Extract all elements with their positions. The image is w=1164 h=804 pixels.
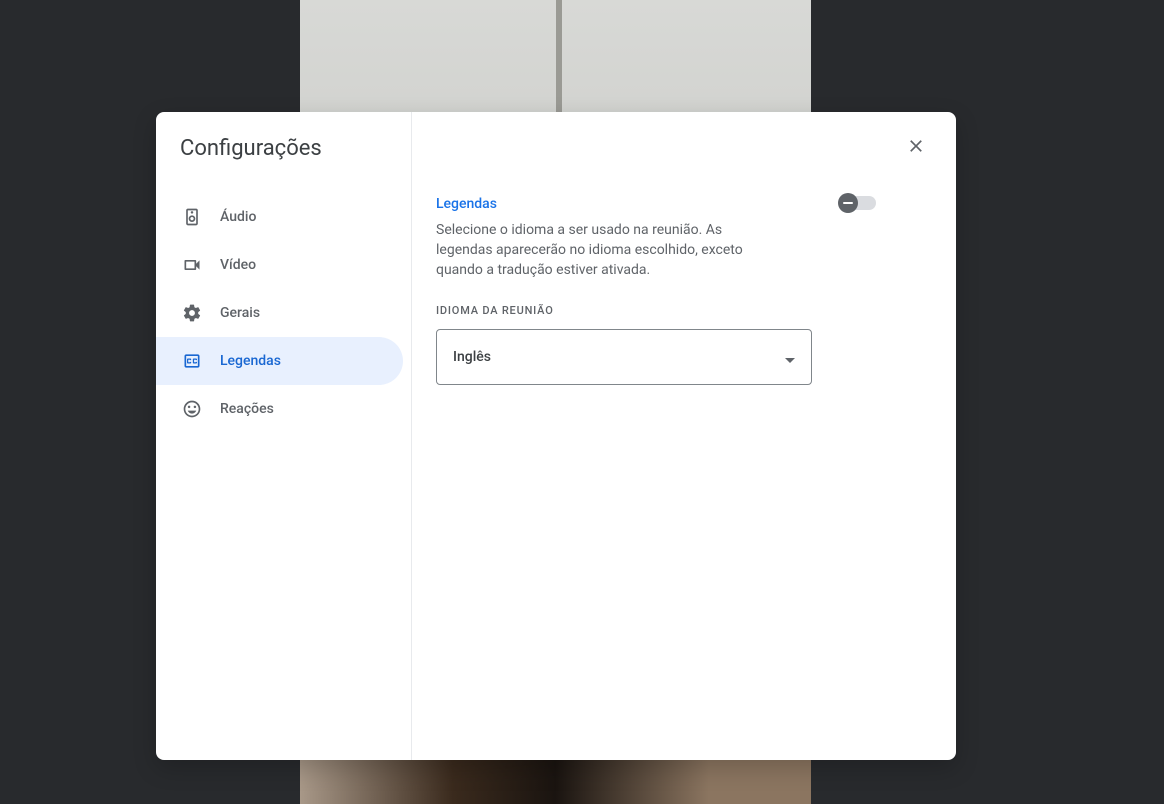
meeting-language-label: IDIOMA DA REUNIÃO xyxy=(436,304,876,317)
sidebar-item-general[interactable]: Gerais xyxy=(156,289,403,337)
select-value: Inglês xyxy=(453,349,491,365)
meeting-language-select[interactable]: Inglês xyxy=(436,329,812,385)
sidebar-items: Áudio Vídeo Gerais Legendas xyxy=(156,185,411,433)
sidebar-item-label: Reações xyxy=(220,401,274,417)
sidebar-item-audio[interactable]: Áudio xyxy=(156,193,403,241)
close-button[interactable] xyxy=(900,132,932,164)
captions-header: Legendas xyxy=(436,196,876,212)
close-icon xyxy=(906,136,926,160)
settings-sidebar: Configurações Áudio Vídeo Gerais xyxy=(156,112,412,760)
sidebar-item-label: Áudio xyxy=(220,209,256,225)
sidebar-item-reactions[interactable]: Reações xyxy=(156,385,403,433)
speaker-icon xyxy=(180,205,204,229)
gear-icon xyxy=(180,301,204,325)
sidebar-item-label: Gerais xyxy=(220,305,260,321)
emoji-icon xyxy=(180,397,204,421)
captions-section: Legendas Selecione o idioma a ser usado … xyxy=(436,136,876,385)
settings-title: Configurações xyxy=(156,136,411,185)
captions-toggle[interactable] xyxy=(840,196,876,210)
sidebar-item-video[interactable]: Vídeo xyxy=(156,241,403,289)
captions-description: Selecione o idioma a ser usado na reuniã… xyxy=(436,220,756,280)
dropdown-arrow-icon xyxy=(785,348,795,367)
toggle-thumb xyxy=(838,193,858,213)
settings-modal: Configurações Áudio Vídeo Gerais xyxy=(156,112,956,760)
video-background-bottom xyxy=(300,754,811,804)
captions-title: Legendas xyxy=(436,196,497,212)
closed-caption-icon xyxy=(180,349,204,373)
sidebar-item-label: Vídeo xyxy=(220,257,256,273)
settings-content: Legendas Selecione o idioma a ser usado … xyxy=(412,112,956,760)
videocam-icon xyxy=(180,253,204,277)
sidebar-item-captions[interactable]: Legendas xyxy=(156,337,403,385)
sidebar-item-label: Legendas xyxy=(220,353,281,369)
